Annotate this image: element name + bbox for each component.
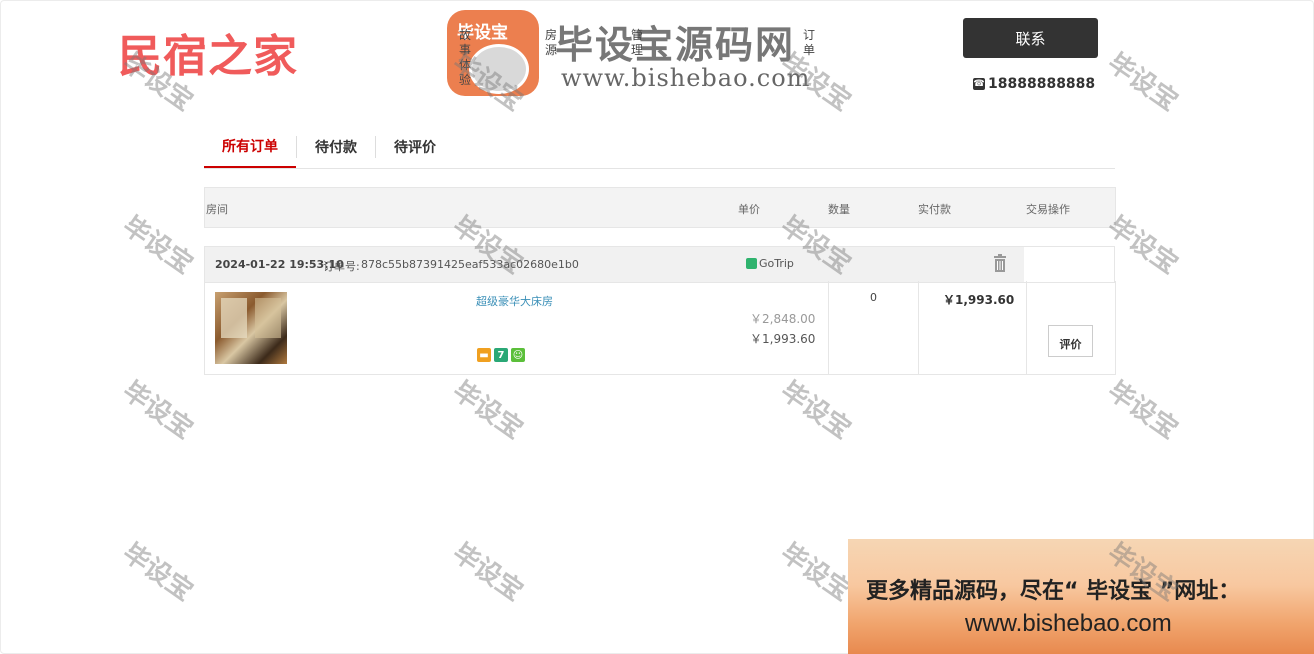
contact-button[interactable]: 联系 xyxy=(963,18,1098,58)
trash-icon[interactable] xyxy=(993,254,1007,272)
promo-url: www.bishebao.com xyxy=(965,610,1172,637)
banner-url: www.bishebao.com xyxy=(561,64,811,92)
col-paid: 实付款 xyxy=(918,203,951,216)
review-button[interactable]: 评价 xyxy=(1048,325,1093,357)
order-tabs: 所有订单 待付款 待评价 xyxy=(204,126,1115,169)
col-unit-price: 单价 xyxy=(738,203,760,216)
phone-icon: ☎ xyxy=(973,78,985,90)
platform-name: GoTrip xyxy=(759,257,794,270)
order-row: 超级豪华大床房 ▬ 7 ☺ ￥2,848.00 ￥1,993.60 0 ￥1,9… xyxy=(204,281,1116,375)
unit-price: ￥1,993.60 xyxy=(750,332,816,346)
order-header-right-cell xyxy=(1024,246,1115,283)
amenity-icons: ▬ 7 ☺ xyxy=(477,348,525,362)
quantity-value: 0 xyxy=(870,291,877,304)
service-icon: ☺ xyxy=(511,348,525,362)
bishebao-banner: 毕设宝 故事体验 毕设宝源码网 www.bishebao.com 房源 管理 订… xyxy=(443,8,815,100)
platform-link[interactable]: GoTrip xyxy=(746,257,794,270)
side-label-order[interactable]: 订单 xyxy=(803,28,817,58)
side-label-house[interactable]: 房源 xyxy=(545,28,559,58)
room-image[interactable] xyxy=(215,292,287,364)
column-divider xyxy=(918,281,919,374)
order-number: 878c55b87391425eaf533ac02680e1b0 xyxy=(361,258,579,271)
promo-banner[interactable]: 更多精品源码，尽在“ 毕设宝 ”网址： www.bishebao.com xyxy=(848,539,1314,654)
col-room: 房间 xyxy=(206,203,228,216)
banner-title: 毕设宝源码网 xyxy=(555,23,796,67)
column-divider xyxy=(828,281,829,374)
seven-icon: 7 xyxy=(494,348,508,362)
side-label-manage[interactable]: 管理 xyxy=(631,28,645,58)
phone-contact: ☎ 18888888888 xyxy=(973,76,1095,92)
tab-all-orders[interactable]: 所有订单 xyxy=(204,126,296,168)
original-price: ￥2,848.00 xyxy=(750,312,816,326)
promo-text: 更多精品源码，尽在“ 毕设宝 ”网址： xyxy=(866,579,1241,604)
column-divider xyxy=(1026,281,1027,374)
tab-pending-review[interactable]: 待评价 xyxy=(376,126,454,168)
gotrip-icon xyxy=(746,258,757,269)
tab-pending-payment[interactable]: 待付款 xyxy=(297,126,375,168)
side-label-story[interactable]: 故事体验 xyxy=(459,28,473,88)
order-number-label: 订单号: xyxy=(323,260,360,273)
table-header: 房间 单价 数量 实付款 交易操作 xyxy=(204,187,1116,228)
room-name-link[interactable]: 超级豪华大床房 xyxy=(476,293,553,309)
card-icon: ▬ xyxy=(477,348,491,362)
phone-number: 18888888888 xyxy=(988,76,1096,92)
col-action: 交易操作 xyxy=(1026,203,1070,216)
site-logo[interactable]: 民宿之家 xyxy=(118,20,298,84)
paid-amount: ￥1,993.60 xyxy=(943,293,1015,307)
col-quantity: 数量 xyxy=(828,203,850,216)
order-header: 2024-01-22 19:53:10 订单号: 878c55b87391425… xyxy=(204,246,1026,283)
mascot-icon xyxy=(469,44,529,94)
